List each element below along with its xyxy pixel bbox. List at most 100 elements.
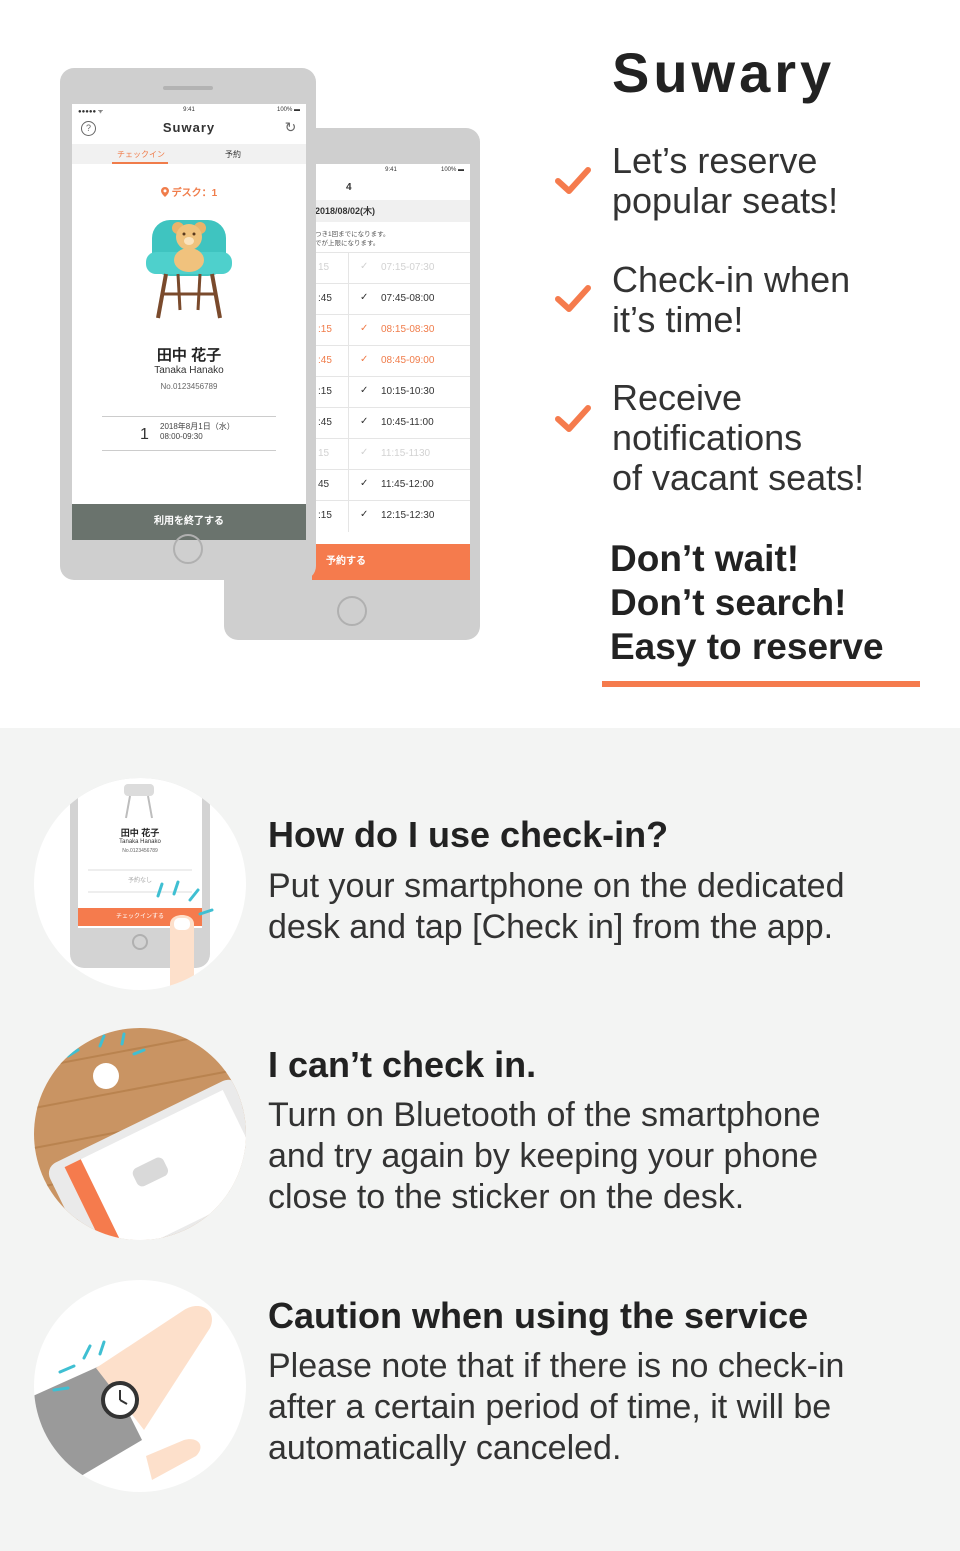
desk-label: デスク：1 (72, 184, 306, 199)
checkin-illustration: 田中 花子 Tanaka Hanako No.0123456789 予約なし チ… (34, 778, 246, 990)
slot-time: 08:45-09:00 (381, 355, 435, 366)
feature-line: Receive (612, 377, 743, 418)
time-slot-row: 15 ✓ 11:15-1130 (312, 438, 470, 470)
tagline: Don’t wait! Don’t search! Easy to reserv… (610, 537, 884, 669)
history-icon[interactable]: ↻ (284, 120, 297, 134)
feature-checkin: Check-in when it’s time! (612, 260, 850, 340)
tab-indicator (112, 162, 168, 164)
feature-line: of vacant seats! (612, 457, 865, 498)
slot-time: 07:15-07:30 (381, 262, 435, 273)
faq-line: Turn on Bluetooth of the smartphone (268, 1096, 821, 1134)
slot-divider (348, 253, 349, 284)
divider (102, 450, 276, 451)
slot-prev-time: 45 (318, 479, 330, 490)
checkin-screen: ●●●●● ᯤ 9:41 100% ▬ ? Suwary ↻ チェックイン 予約… (72, 104, 306, 540)
faq-line: close to the sticker on the desk. (268, 1178, 745, 1216)
time-slot-row[interactable]: :45 ✓ 07:45-08:00 (312, 283, 470, 315)
tagline-line: Easy to reserve (610, 626, 884, 667)
status-bar: ●●●●● ᯤ 9:41 100% ▬ (72, 104, 306, 116)
time-slot-row[interactable]: :45 ✓ 08:45-09:00 (312, 345, 470, 377)
feature-line: popular seats! (612, 180, 839, 221)
phone-tap-illustration (70, 778, 214, 990)
slot-check-icon: ✓ (360, 509, 369, 520)
slot-check-icon: ✓ (360, 292, 369, 303)
slot-prev-time: :45 (318, 417, 332, 428)
slot-divider (348, 408, 349, 439)
time-slot-row[interactable]: :15 ✓ 08:15-08:30 (312, 314, 470, 346)
slot-time: 07:45-08:00 (381, 293, 435, 304)
divider (102, 416, 276, 417)
slot-check-icon: ✓ (360, 323, 369, 334)
feature-reserve: Let’s reserve popular seats! (612, 141, 838, 221)
slot-divider (348, 470, 349, 501)
slot-check-icon: ✓ (360, 416, 369, 427)
slot-time: 10:15-10:30 (381, 386, 435, 397)
user-number: No.0123456789 (160, 382, 218, 391)
slot-prev-time: :15 (318, 386, 332, 397)
slot-prev-time: :15 (318, 324, 332, 335)
slot-divider (348, 377, 349, 408)
slot-prev-time: :15 (318, 510, 332, 521)
feature-notifications: Receive notifications of vacant seats! (612, 378, 864, 498)
faq-title-cant-checkin: I can’t check in. (268, 1044, 537, 1085)
feature-line: Check-in when (612, 259, 851, 300)
faq-line: Please note that if there is no check-in (268, 1347, 845, 1385)
faq-section: 田中 花子 Tanaka Hanako No.0123456789 予約なし チ… (0, 728, 960, 1551)
illustration-name-jp: 田中 花子 (120, 828, 160, 838)
feature-line: Let’s reserve (612, 140, 818, 181)
caution-illustration (34, 1280, 246, 1492)
faq-line: desk and tap [Check in] from the app. (268, 908, 834, 946)
reservation-date: 2018年8月1日（水） (160, 422, 235, 431)
faq-body-cant-checkin: Turn on Bluetooth of the smartphone and … (268, 1095, 928, 1218)
signal-waves-icon (66, 1032, 146, 1058)
user-name-jp: 田中 花子 (156, 347, 222, 364)
faq-body-checkin: Put your smartphone on the dedicated des… (268, 866, 928, 948)
tab-reserve[interactable]: 予約 (225, 149, 241, 160)
slot-divider (348, 501, 349, 532)
reservation-info: 2018年8月1日（水） 08:00-09:30 (160, 422, 235, 442)
reservation-note: つき1回までになります。 でが上限になります。 (315, 230, 389, 248)
note-line: つき1回までになります。 (315, 231, 390, 238)
reserve-button[interactable]: 予約する (312, 544, 470, 580)
slot-time: 11:45-12:00 (381, 479, 434, 490)
slot-check-icon: ✓ (360, 478, 369, 489)
tagline-underline (602, 681, 920, 687)
brand-title: Suwary (612, 41, 836, 104)
time-slot-row[interactable]: :15 ✓ 10:15-10:30 (312, 376, 470, 408)
faq-line: automatically canceled. (268, 1429, 622, 1467)
time-slot-row[interactable]: :15 ✓ 12:15-12:30 (312, 500, 470, 532)
faq-line: and try again by keeping your phone (268, 1137, 819, 1175)
check-icon (555, 285, 591, 312)
slot-prev-time: 15 (318, 262, 330, 273)
status-bar: 9:41 100% ▬ (312, 164, 470, 176)
faq-title-checkin: How do I use check-in? (268, 814, 669, 855)
user-name-en: Tanaka Hanako (154, 365, 224, 376)
tab-checkin[interactable]: チェックイン (117, 149, 165, 160)
tab-bar: チェックイン 予約 (72, 144, 306, 164)
slot-divider (348, 284, 349, 315)
feature-line: it’s time! (612, 299, 744, 340)
time-slot-row[interactable]: :45 ✓ 10:45-11:00 (312, 407, 470, 439)
illustration-no-reservation: 予約なし (127, 878, 152, 884)
phone-speaker (163, 86, 213, 90)
slot-time: 08:15-08:30 (381, 324, 435, 335)
app-title: Suwary (162, 120, 216, 135)
slot-check-icon: ✓ (360, 385, 369, 396)
check-icon (555, 405, 591, 432)
time-slot-row: 15 ✓ 07:15-07:30 (312, 252, 470, 284)
feature-line: notifications (612, 417, 803, 458)
home-button (337, 596, 367, 626)
time-slot-row[interactable]: 45 ✓ 11:45-12:00 (312, 469, 470, 501)
faq-line: Put your smartphone on the dedicated (268, 867, 845, 905)
reservation-screen: 9:41 100% ▬ 4 2018/08/02(木) つき1回までになります。… (312, 164, 470, 580)
desk-number: 4 (346, 182, 352, 193)
slot-time: 12:15-12:30 (381, 510, 435, 521)
home-button (173, 534, 203, 564)
slot-prev-time: :45 (318, 355, 332, 366)
slot-check-icon: ✓ (360, 354, 369, 365)
illustration-name-en: Tanaka Hanako (119, 839, 161, 845)
slot-divider (348, 439, 349, 470)
slot-divider (348, 315, 349, 346)
status-battery: 100% ▬ (440, 167, 464, 173)
slot-prev-time: 15 (318, 448, 330, 459)
